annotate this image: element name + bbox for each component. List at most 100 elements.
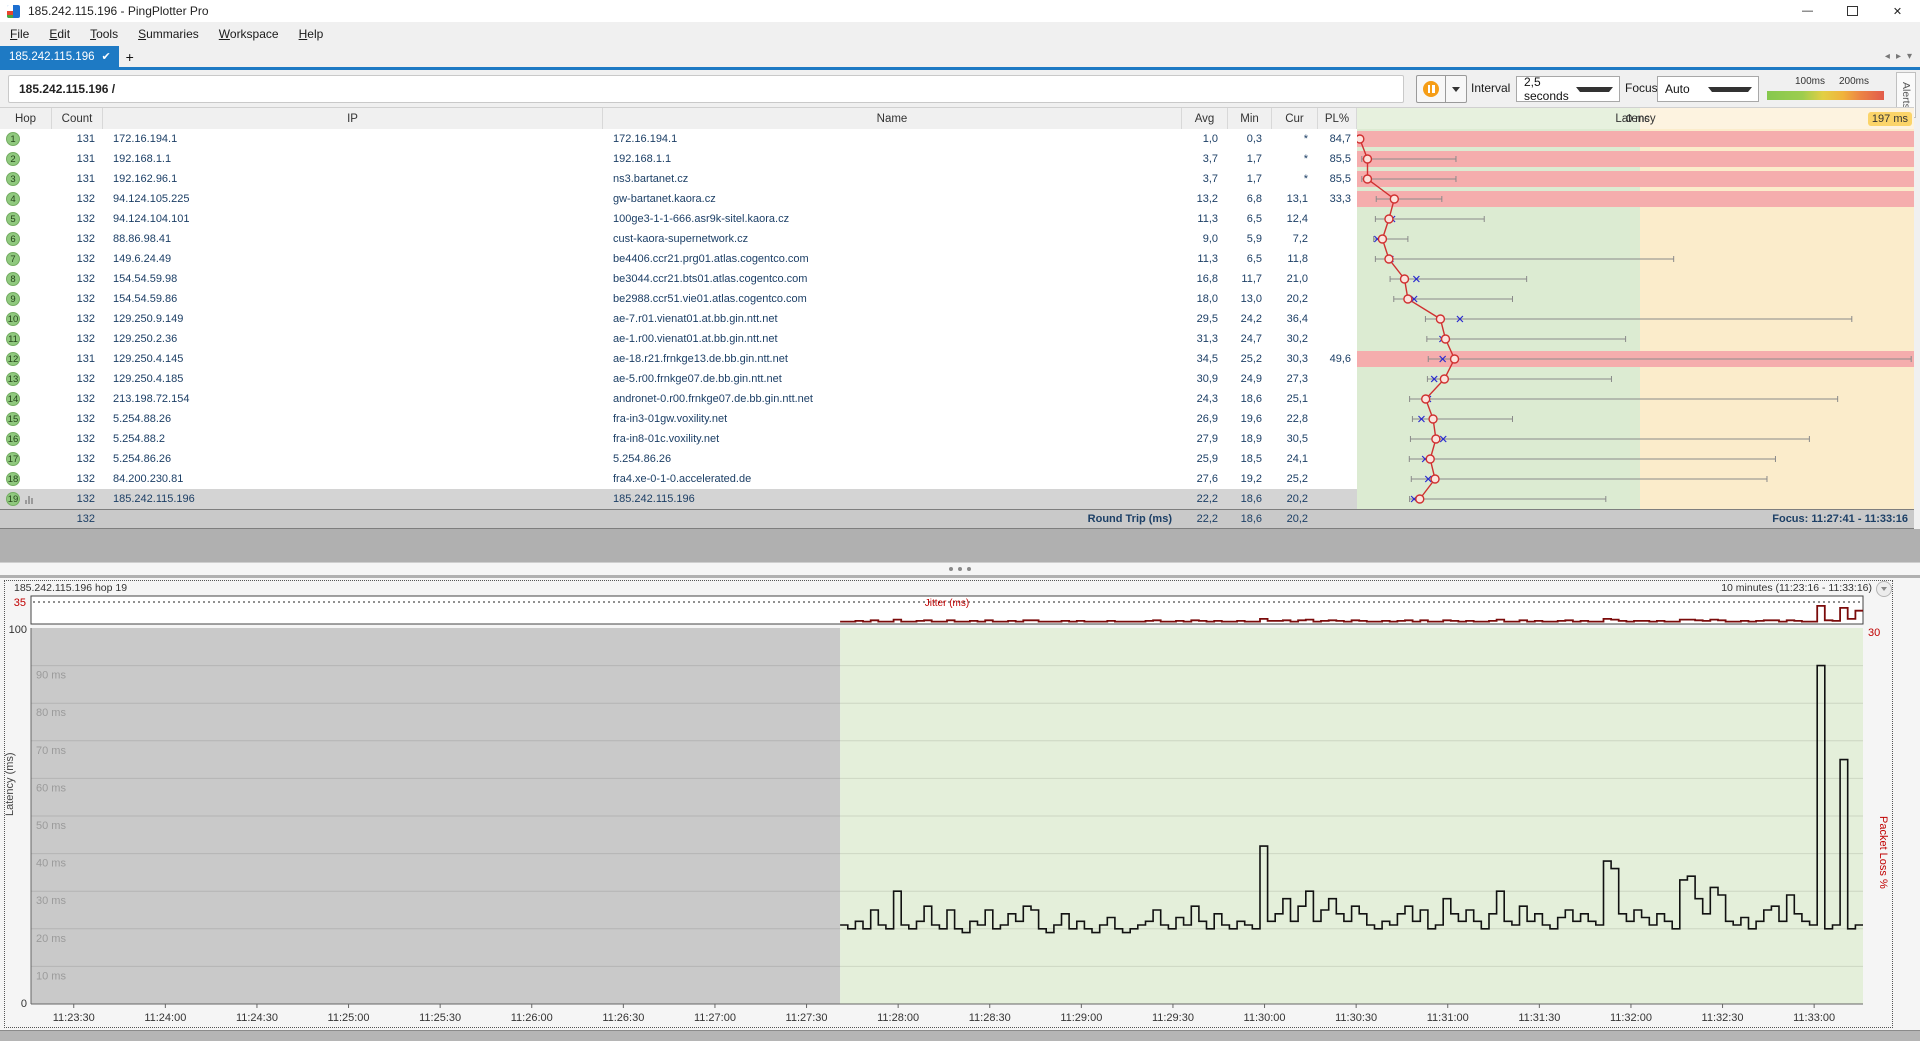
svg-text:11:25:00: 11:25:00 [328,1012,370,1024]
splitter-handle[interactable] [0,562,1920,575]
menu-workspace[interactable]: Workspace [209,24,289,44]
cur-cell: 22,8 [1272,409,1318,429]
scale-200ms-label: 200ms [1839,76,1869,87]
tab-scroll-right-icon[interactable]: ▸ [1896,51,1901,62]
target-address: 185.242.115.196 / [19,82,115,96]
ip-cell: 129.250.9.149 [103,309,603,329]
focus-value: Auto [1665,82,1701,96]
svg-text:35: 35 [14,597,26,609]
table-row[interactable]: 613288.86.98.41cust-kaora-supernetwork.c… [0,229,1914,249]
name-cell: fra4.xe-0-1-0.accelerated.de [603,469,1182,489]
table-row[interactable]: 3131192.162.96.1ns3.bartanet.cz3,71,7*85… [0,169,1914,189]
menu-help[interactable]: Help [289,24,334,44]
cur-cell: 20,2 [1272,289,1318,309]
table-row[interactable]: 12131129.250.4.145ae-18.r21.frnkge13.de.… [0,349,1914,369]
minimize-button[interactable]: ― [1785,0,1830,22]
table-row[interactable]: 10132129.250.9.149ae-7.r01.vienat01.at.b… [0,309,1914,329]
table-footer-row: 132 Round Trip (ms) 22,2 18,6 20,2 Focus… [0,509,1914,529]
tab-label: 185.242.115.196 [9,51,94,63]
target-box[interactable]: 185.242.115.196 / [8,75,1404,103]
svg-text:40 ms: 40 ms [36,858,66,870]
count-cell: 131 [52,349,103,369]
header-avg[interactable]: Avg [1182,108,1228,130]
table-row[interactable]: 9132154.54.59.86be2988.ccr51.vie01.atlas… [0,289,1914,309]
hop-cell: 2 [0,149,52,169]
menu-tools[interactable]: Tools [80,24,128,44]
avg-cell: 18,0 [1182,289,1228,309]
count-cell: 132 [52,369,103,389]
name-cell: 5.254.86.26 [603,449,1182,469]
ip-cell: 213.198.72.154 [103,389,603,409]
pause-dropdown-button[interactable] [1446,75,1467,103]
table-row[interactable]: 413294.124.105.225gw-bartanet.kaora.cz13… [0,189,1914,209]
latency-cell [1357,149,1914,169]
timeline-chart[interactable]: 35Jitter (ms)10 ms20 ms30 ms40 ms50 ms60… [0,578,1920,1041]
focus-select[interactable]: Auto [1657,76,1759,102]
table-row[interactable]: 19132185.242.115.196185.242.115.19622,21… [0,489,1914,509]
pl-cell [1318,229,1357,249]
new-tab-button[interactable]: + [119,46,141,67]
table-row[interactable]: 1131172.16.194.1172.16.194.11,00,3*84,7 [0,129,1914,149]
ip-cell: 129.250.4.145 [103,349,603,369]
header-min[interactable]: Min [1228,108,1272,130]
header-count[interactable]: Count [52,108,103,130]
row-graph-icon [25,495,33,504]
avg-cell: 3,7 [1182,149,1228,169]
interval-select[interactable]: 2,5 seconds [1516,76,1620,102]
header-name[interactable]: Name [603,108,1182,130]
latency-cell [1357,369,1914,389]
header-ip[interactable]: IP [103,108,603,130]
tab-list-icon[interactable]: ▾ [1907,51,1912,62]
table-row[interactable]: 151325.254.88.26fra-in3-01gw.voxility.ne… [0,409,1914,429]
close-button[interactable]: ✕ [1875,0,1920,22]
bottom-scroll-strip[interactable] [0,1030,1920,1041]
svg-text:11:31:00: 11:31:00 [1427,1012,1469,1024]
footer-count: 132 [52,510,103,528]
tab-scroll-left-icon[interactable]: ◂ [1885,51,1890,62]
tab-target[interactable]: 185.242.115.196 ✔ [0,46,119,67]
count-cell: 132 [52,209,103,229]
table-row[interactable]: 8132154.54.59.98be3044.ccr21.bts01.atlas… [0,269,1914,289]
name-cell: 192.168.1.1 [603,149,1182,169]
menu-file[interactable]: File [0,24,39,44]
pl-cell [1318,289,1357,309]
table-row[interactable]: 7132149.6.24.49be4406.ccr21.prg01.atlas.… [0,249,1914,269]
maximize-button[interactable] [1830,0,1875,22]
table-row[interactable]: 13132129.250.4.185ae-5.r00.frnkge07.de.b… [0,369,1914,389]
pl-cell: 33,3 [1318,189,1357,209]
table-row[interactable]: 2131192.168.1.1192.168.1.13,71,7*85,5 [0,149,1914,169]
min-cell: 13,0 [1228,289,1272,309]
interval-value: 2,5 seconds [1524,75,1569,103]
header-cur[interactable]: Cur [1272,108,1318,130]
table-row[interactable]: 1813284.200.230.81fra4.xe-0-1-0.accelera… [0,469,1914,489]
cur-cell: 27,3 [1272,369,1318,389]
svg-text:0: 0 [21,998,27,1010]
cur-cell: 13,1 [1272,189,1318,209]
menu-summaries[interactable]: Summaries [128,24,209,44]
header-hop[interactable]: Hop [0,108,52,130]
menu-edit[interactable]: Edit [39,24,80,44]
svg-text:11:27:00: 11:27:00 [694,1012,736,1024]
pause-button[interactable] [1416,75,1446,103]
avg-cell: 13,2 [1182,189,1228,209]
table-row[interactable]: 171325.254.86.265.254.86.2625,918,524,1 [0,449,1914,469]
ip-cell: 154.54.59.98 [103,269,603,289]
hop-number-badge: 14 [6,392,20,406]
menu-bar: File Edit Tools Summaries Workspace Help [0,22,1920,46]
pl-cell: 49,6 [1318,349,1357,369]
avg-cell: 27,9 [1182,429,1228,449]
table-row[interactable]: 513294.124.104.101100ge3-1-1-666.asr9k-s… [0,209,1914,229]
table-row[interactable]: 14132213.198.72.154andronet-0.r00.frnkge… [0,389,1914,409]
table-row[interactable]: 161325.254.88.2fra-in8-01c.voxility.net2… [0,429,1914,449]
svg-text:11:32:30: 11:32:30 [1702,1012,1744,1024]
hop-rows: 1131172.16.194.1172.16.194.11,00,3*84,72… [0,129,1914,509]
svg-text:30: 30 [1868,627,1880,639]
svg-text:10 ms: 10 ms [36,970,66,982]
hop-number-badge: 9 [6,292,20,306]
hop-number-badge: 11 [6,332,20,346]
header-latency[interactable]: 0 ms Latency 197 ms [1357,108,1914,130]
header-pl[interactable]: PL% [1318,108,1357,130]
ip-cell: 154.54.59.86 [103,289,603,309]
min-cell: 25,2 [1228,349,1272,369]
table-row[interactable]: 11132129.250.2.36ae-1.r00.vienat01.at.bb… [0,329,1914,349]
